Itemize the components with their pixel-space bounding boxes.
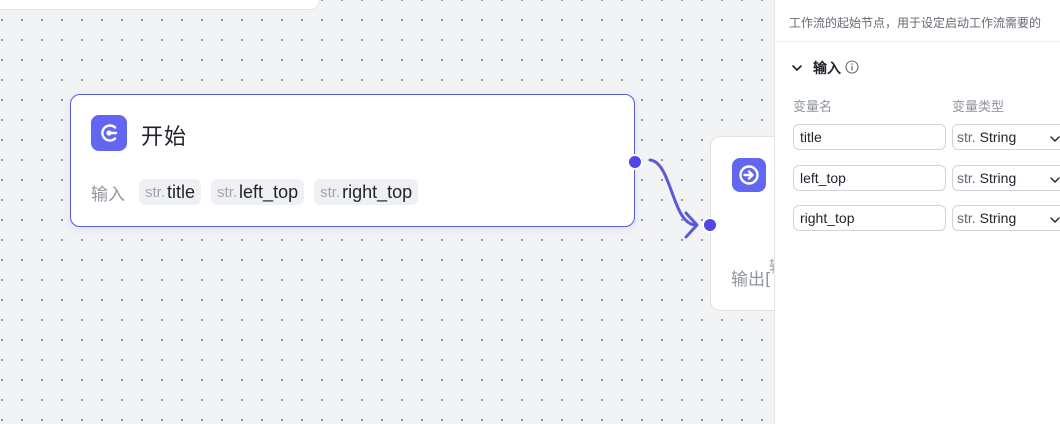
inputs-label: 输入 (91, 184, 125, 205)
type-value: String (979, 170, 1017, 186)
divider (775, 41, 1060, 42)
variable-name-input[interactable]: right_top (793, 205, 946, 231)
node-settings-panel: 工作流的起始节点，用于设定启动工作流需要的 输入 变量名 变量类型 title … (774, 0, 1060, 424)
variable-chip: str. left_top (211, 179, 305, 205)
info-icon[interactable] (845, 59, 859, 78)
variable-name: right_top (342, 181, 413, 202)
type-prefix: str. (957, 170, 976, 186)
variable-type-select[interactable]: str. String (952, 124, 1060, 150)
variable-name-input[interactable]: title (793, 124, 946, 150)
chevron-down-icon (1049, 213, 1060, 231)
next-node-output-label: 输出[ (731, 270, 772, 290)
start-node[interactable]: 开始 输入 str. title str. left_top str. righ… (70, 94, 643, 227)
variable-chip: str. right_top (314, 179, 419, 205)
chevron-down-icon (1049, 132, 1060, 150)
top-toolbar-fragment (0, 0, 320, 10)
arrow-right-circle-icon (732, 158, 766, 192)
variable-type-select[interactable]: str. String (952, 205, 1060, 231)
variable-name: left_top (239, 181, 299, 202)
variable-chip: str. title (139, 179, 202, 205)
start-node-icon (91, 115, 127, 151)
variable-type: str. (320, 183, 341, 201)
type-prefix: str. (957, 210, 976, 226)
node-description: 工作流的起始节点，用于设定启动工作流需要的 (789, 16, 1042, 30)
variable-type-select[interactable]: str. String (952, 165, 1060, 191)
type-prefix: str. (957, 129, 976, 145)
next-node-input-handle[interactable] (702, 217, 718, 233)
type-value: String (979, 210, 1017, 226)
variable-name-input[interactable]: left_top (793, 165, 946, 191)
start-node-title: 开始 (141, 125, 188, 150)
start-node-output-handle[interactable] (627, 154, 643, 170)
workflow-canvas[interactable]: 开始 输入 str. title str. left_top str. righ… (0, 0, 774, 424)
next-node[interactable]: 输 输出[ (702, 136, 774, 311)
variable-type: str. (217, 183, 238, 201)
column-header-type: 变量类型 (952, 100, 1005, 115)
chevron-down-icon[interactable] (791, 59, 803, 78)
variable-name: title (167, 181, 196, 202)
type-value: String (979, 129, 1017, 145)
variable-type: str. (145, 183, 166, 201)
column-header-name: 变量名 (793, 100, 833, 115)
start-node-inputs: 输入 str. title str. left_top str. right_t… (91, 179, 419, 205)
inputs-section-title: 输入 (813, 61, 841, 77)
chevron-down-icon (1049, 173, 1060, 191)
inputs-section-header[interactable]: 输入 (791, 58, 859, 78)
